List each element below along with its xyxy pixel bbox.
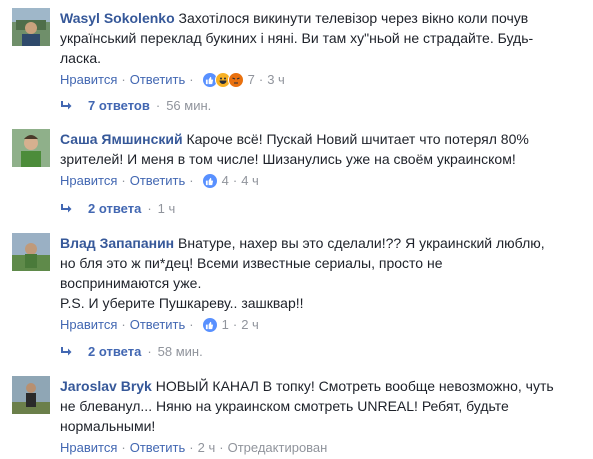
- comment-text-line: Захотілося викинути телевізор через вікн…: [178, 10, 529, 26]
- like-reaction-icon: [201, 173, 218, 189]
- replies-link[interactable]: 2 ответа · 58 мин.: [60, 343, 203, 361]
- avatar[interactable]: [12, 233, 50, 271]
- replies-count[interactable]: 2 ответа: [88, 200, 141, 218]
- angry-reaction-icon: [227, 72, 244, 88]
- comment-text-line: НОВЫЙ КАНАЛ В топку! Смотреть вообще нев…: [155, 378, 554, 394]
- replies-link[interactable]: 7 ответов · 56 мин.: [60, 97, 211, 115]
- comment-author[interactable]: Саша Ямшинский: [60, 131, 183, 147]
- comment-text-line: Кароче всё! Пускай Новий шчитает что пот…: [186, 131, 529, 147]
- replies-time: 56 мин.: [166, 98, 212, 113]
- reactions-summary[interactable]: [201, 173, 218, 189]
- like-link[interactable]: Нравится: [60, 316, 117, 334]
- like-reaction-icon: [201, 317, 218, 333]
- replies-count[interactable]: 7 ответов: [88, 97, 150, 115]
- reply-arrow-icon: [60, 100, 74, 112]
- like-link[interactable]: Нравится: [60, 172, 117, 190]
- reaction-count[interactable]: 4: [222, 172, 229, 190]
- comment-author[interactable]: Jaroslav Bryk: [60, 378, 152, 394]
- comment-text-line: но бля это ж пи*дец! Всеми известные сер…: [60, 255, 443, 271]
- like-link[interactable]: Нравится: [60, 439, 117, 457]
- avatar[interactable]: [12, 8, 50, 46]
- reactions-summary[interactable]: [201, 72, 244, 88]
- avatar[interactable]: [12, 376, 50, 414]
- reply-link[interactable]: Ответить: [130, 439, 186, 457]
- reply-link[interactable]: Ответить: [130, 316, 186, 334]
- comment-actions: Нравится · Ответить · 4 · 4 ч: [60, 172, 259, 190]
- comment-text-line: український переклад букиних і няні. Ви …: [60, 30, 534, 46]
- comment-actions: Нравится · Ответить · 7 · 3 ч: [60, 71, 285, 89]
- reply-arrow-icon: [60, 203, 74, 215]
- comment-text-line: нормальными!: [60, 418, 156, 434]
- comment-author[interactable]: Влад Запапанин: [60, 235, 174, 251]
- replies-time: 1 ч: [157, 201, 176, 216]
- comment-text-line: воспринимаются уже.: [60, 275, 202, 291]
- comment-text-line: ласка.: [60, 50, 102, 66]
- edited-label[interactable]: Отредактирован: [228, 439, 328, 457]
- like-link[interactable]: Нравится: [60, 71, 117, 89]
- replies-count[interactable]: 2 ответа: [88, 343, 141, 361]
- comment-timestamp[interactable]: 2 ч: [241, 316, 259, 334]
- replies-time: 58 мин.: [157, 344, 203, 359]
- reaction-count[interactable]: 7: [248, 71, 255, 89]
- reply-arrow-icon: [60, 346, 74, 358]
- comment-timestamp[interactable]: 3 ч: [267, 71, 285, 89]
- reactions-summary[interactable]: [201, 317, 218, 333]
- reply-link[interactable]: Ответить: [130, 71, 186, 89]
- comment-timestamp[interactable]: 2 ч: [198, 439, 216, 457]
- comment-timestamp[interactable]: 4 ч: [241, 172, 259, 190]
- replies-link[interactable]: 2 ответа · 1 ч: [60, 200, 175, 218]
- avatar[interactable]: [12, 129, 50, 167]
- comment-text-line: P.S. И уберите Пушкареву.. зашквар!!: [60, 295, 304, 311]
- comment-text-line: Внатуре, нахер вы это сделали!?? Я украи…: [178, 235, 545, 251]
- comment-author[interactable]: Wasyl Sokolenko: [60, 10, 175, 26]
- comment-text-line: не блеванул... Няню на украинском смотре…: [60, 398, 509, 414]
- comment-actions: Нравится · Ответить · 2 ч · Отредактиров…: [60, 439, 328, 457]
- reply-link[interactable]: Ответить: [130, 172, 186, 190]
- reaction-count[interactable]: 1: [222, 316, 229, 334]
- comment-text-line: зрителей! И меня в том числе! Шизанулись…: [60, 151, 516, 167]
- comment-actions: Нравится · Ответить · 1 · 2 ч: [60, 316, 259, 334]
